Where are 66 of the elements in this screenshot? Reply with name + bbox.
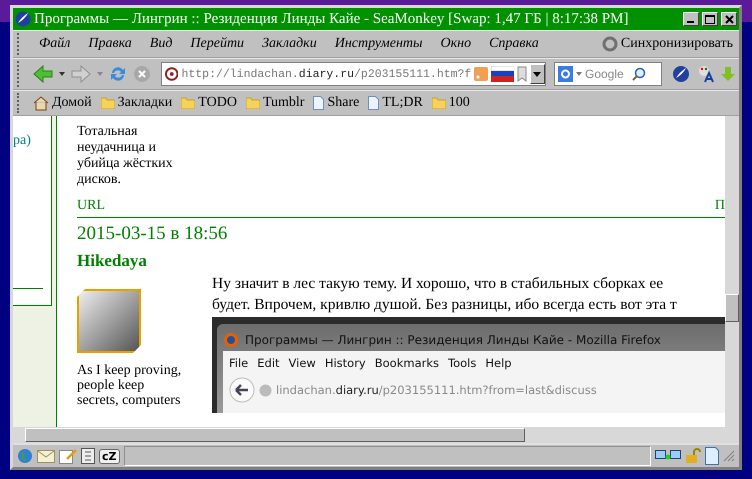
menu-item[interactable]: Перейти (182, 36, 252, 52)
resize-grip-icon[interactable] (723, 450, 735, 462)
caret-icon (533, 72, 542, 76)
house-icon (33, 96, 49, 110)
menu-item[interactable]: Закладки (254, 36, 325, 52)
horizontal-scrollbar[interactable] (13, 427, 739, 443)
url-field[interactable]: http://lindachan.diary.ru/p203155111.htm?f (161, 62, 546, 86)
firefox-logo-icon (223, 332, 239, 348)
menu-item[interactable]: Файл (31, 36, 78, 52)
flag-icon (490, 66, 514, 82)
search-icon[interactable] (632, 67, 646, 81)
folder-icon (181, 97, 196, 109)
stop-button[interactable] (131, 65, 153, 83)
padlock-icon[interactable] (685, 448, 701, 464)
bookmark-item[interactable]: Закладки (98, 95, 178, 111)
bookmark-item[interactable]: TL;DR (366, 95, 428, 111)
close-icon (724, 14, 734, 24)
page-icon (313, 96, 324, 110)
folder-icon (246, 97, 260, 109)
profile-about: Тотальная неудачница и убийца жёстких дисков. (77, 124, 174, 188)
compose-icon[interactable] (59, 448, 77, 464)
avatar-photo-placeholder (77, 289, 141, 353)
maximize-button[interactable] (702, 12, 718, 26)
vertical-scrollbar[interactable] (725, 116, 739, 427)
forward-dropdown[interactable] (95, 72, 105, 76)
post-text: Ну значит в лес такую тему. И хорошо, что в стабильных сборках ее (212, 274, 664, 294)
minimize-button[interactable] (683, 12, 699, 26)
caret-icon (576, 72, 582, 76)
seamonkey-icon[interactable] (670, 65, 692, 83)
globe-icon (259, 384, 272, 396)
screenshot-title: Программы — Лингрин :: Резиденция Линды Кайе - Mozilla Firefox (245, 333, 661, 347)
bookmark-item[interactable]: Домой (31, 95, 97, 111)
sync-icon (602, 36, 618, 52)
folder-icon (432, 97, 446, 109)
page-icon (368, 96, 380, 110)
bookmark-item[interactable]: Share (311, 95, 364, 111)
bookmark-item[interactable]: TODO (179, 95, 242, 111)
menu-item[interactable]: Справка (481, 36, 547, 52)
post-text: будет. Впрочем, кривлю душой. Без разницы, ибо всегда есть вот эта т (212, 295, 678, 315)
window-title: Программы — Лингрин :: Резиденция Линды Кайе - SeaMonkey [Swap: 1,47 ГБ | 8:17:38 PM] (34, 10, 630, 28)
document-icon[interactable] (705, 447, 719, 465)
menu-item[interactable]: Инструменты (326, 36, 430, 52)
signature-text: As I keep proving, people keep secrets, computers (77, 363, 182, 408)
chat-button[interactable]: cZ (99, 448, 120, 464)
sync-button[interactable]: Синхронизировать (602, 36, 733, 52)
seamonkey-logo-icon (15, 11, 31, 27)
menu-item[interactable]: Вид (142, 36, 180, 52)
address-book-icon[interactable] (81, 448, 95, 464)
profile-link[interactable]: П (714, 198, 725, 214)
close-button[interactable] (721, 12, 737, 26)
bookmark-item[interactable]: 100 (430, 95, 475, 111)
post-date: 2015-03-15 в 18:56 (77, 223, 228, 245)
screenshot-url: lindachan.diary.ru/p203155111.htm?from=last&discuss (276, 383, 597, 397)
site-icon (165, 67, 178, 81)
back-dropdown[interactable] (57, 72, 67, 76)
url-link[interactable]: URL (77, 198, 105, 214)
menu-item[interactable]: Окно (432, 36, 480, 52)
menu-item[interactable]: Правка (80, 36, 140, 52)
post-author[interactable]: Hikedaya (77, 251, 725, 271)
mail-icon[interactable] (37, 450, 55, 462)
maximize-icon (705, 14, 715, 24)
bookmark-item[interactable]: Tumblr (244, 95, 310, 111)
globe-icon[interactable] (17, 448, 33, 464)
folder-icon (100, 97, 115, 109)
url-dropdown[interactable] (530, 64, 545, 84)
sidebar-text: ра) (13, 132, 32, 149)
